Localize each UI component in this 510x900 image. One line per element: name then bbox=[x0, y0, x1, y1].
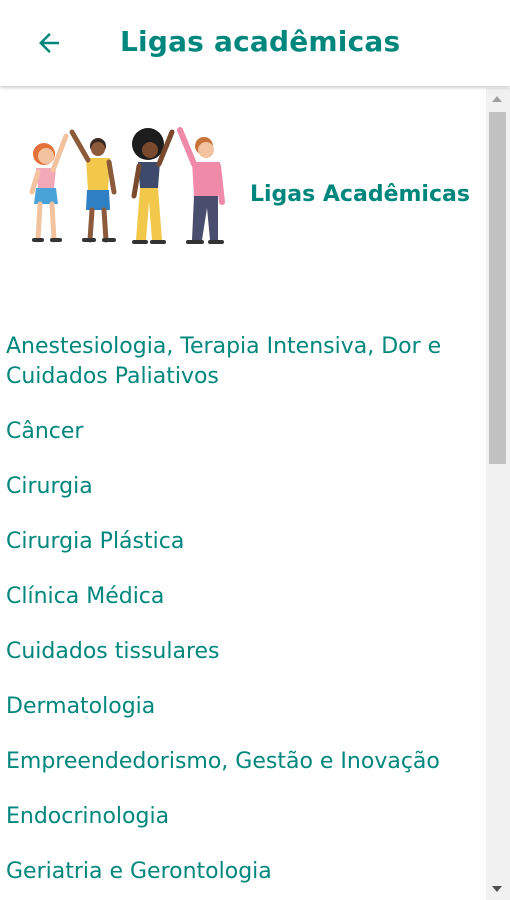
league-item[interactable]: Cirurgia bbox=[6, 472, 476, 502]
scroll-up-arrow-icon[interactable] bbox=[492, 96, 502, 102]
people-high-five-illustration bbox=[29, 127, 225, 244]
league-item[interactable]: Endocrinologia bbox=[6, 802, 476, 832]
arrow-left-icon bbox=[39, 33, 59, 53]
person-2 bbox=[69, 129, 117, 243]
league-item[interactable]: Clínica Médica bbox=[6, 582, 476, 612]
back-button[interactable] bbox=[30, 24, 68, 62]
leagues-list: Anestesiologia, Terapia Intensiva, Dor e… bbox=[6, 332, 476, 900]
vertical-scrollbar[interactable] bbox=[486, 88, 510, 900]
page-title: Ligas acadêmicas bbox=[120, 25, 401, 58]
scrollbar-thumb[interactable] bbox=[489, 112, 506, 464]
league-item[interactable]: Geriatria e Gerontologia bbox=[6, 857, 476, 887]
person-4 bbox=[177, 127, 225, 244]
league-item[interactable]: Empreendedorismo, Gestão e Inovação bbox=[6, 747, 476, 777]
league-item[interactable]: Câncer bbox=[6, 417, 476, 447]
league-item[interactable]: Anestesiologia, Terapia Intensiva, Dor e… bbox=[6, 332, 476, 392]
league-item[interactable]: Dermatologia bbox=[6, 692, 476, 722]
app-bar: Ligas acadêmicas bbox=[0, 0, 510, 86]
scroll-content[interactable]: Ligas Acadêmicas Anestesiologia, Terapia… bbox=[0, 88, 486, 900]
hero-title: Ligas Acadêmicas bbox=[250, 182, 470, 207]
scroll-down-arrow-icon[interactable] bbox=[492, 886, 502, 892]
league-item[interactable]: Cuidados tissulares bbox=[6, 637, 476, 667]
app-window: Ligas acadêmicas Ligas Acadêmicas Aneste… bbox=[0, 0, 510, 900]
league-item[interactable]: Cirurgia Plástica bbox=[6, 527, 476, 557]
person-1 bbox=[29, 133, 69, 243]
person-3 bbox=[131, 128, 175, 244]
